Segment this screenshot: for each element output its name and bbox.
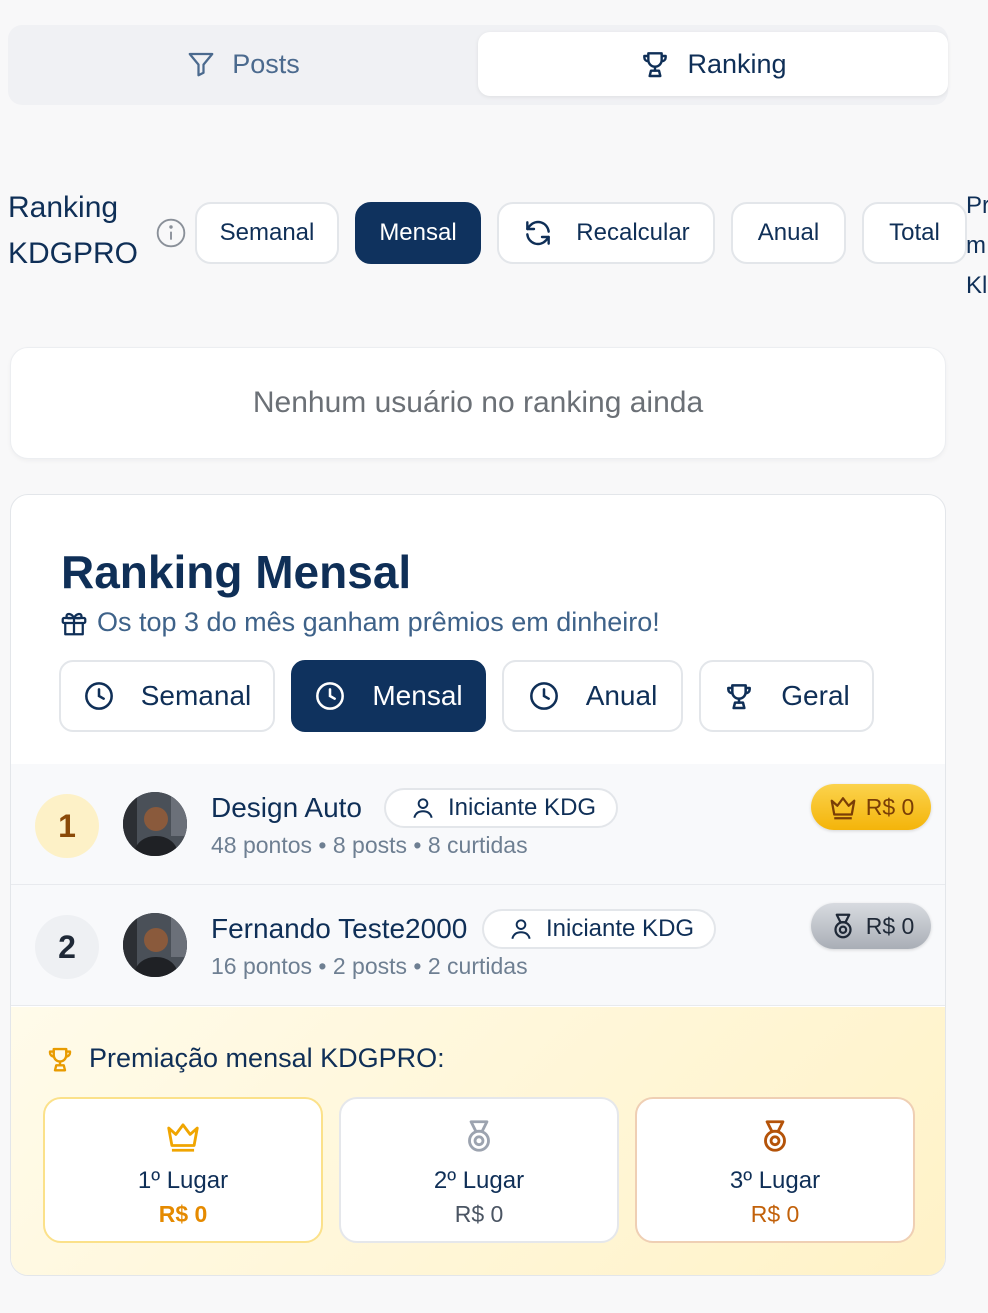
medal-icon xyxy=(460,1117,498,1155)
tab-posts[interactable]: Posts xyxy=(8,32,478,96)
level-label: Iniciante KDG xyxy=(546,915,695,942)
prize-value: R$ 0 xyxy=(865,912,915,939)
prize-place-value: R$ 0 xyxy=(158,1201,208,1227)
avatar xyxy=(123,792,187,856)
period-tab-mensal-label: Mensal xyxy=(372,680,463,711)
period-tab-anual-label: Anual xyxy=(585,680,658,711)
period-tab-semanal-label: Semanal xyxy=(140,680,252,711)
view-tabs: Posts Ranking xyxy=(8,25,948,105)
clock-icon xyxy=(83,680,115,712)
rank-badge: 2 xyxy=(35,915,99,979)
period-tab-semanal[interactable]: Semanal xyxy=(59,660,275,732)
refresh-icon xyxy=(522,217,554,249)
prize-badge: R$ 0 xyxy=(811,903,931,949)
filter-anual-button[interactable]: Anual xyxy=(731,202,846,264)
level-label: Iniciante KDG xyxy=(448,794,597,821)
prize-section: Premiação mensal KDGPRO: 1º Lugar R$ 0 2… xyxy=(11,1007,945,1275)
prize-card-third: 3º Lugar R$ 0 xyxy=(635,1097,915,1243)
prize-place-value: R$ 0 xyxy=(454,1201,504,1227)
ranking-row[interactable]: 2 Fernando Teste2000 Iniciante KDG 16 po… xyxy=(11,885,945,1006)
trophy-icon xyxy=(723,680,755,712)
user-stats: 48 pontos • 8 posts • 8 curtidas xyxy=(211,832,528,858)
prize-card-first: 1º Lugar R$ 0 xyxy=(43,1097,323,1243)
clock-icon xyxy=(314,680,346,712)
prize-place-value: R$ 0 xyxy=(750,1201,800,1227)
tab-posts-label: Posts xyxy=(232,48,300,79)
medal-icon xyxy=(756,1117,794,1155)
rank-badge: 1 xyxy=(35,794,99,858)
gift-icon xyxy=(59,608,89,638)
clock-icon xyxy=(528,680,560,712)
user-icon xyxy=(508,916,534,942)
prize-card-second: 2º Lugar R$ 0 xyxy=(339,1097,619,1243)
trophy-icon xyxy=(45,1044,75,1074)
filter-semanal-button[interactable]: Semanal xyxy=(195,202,339,264)
prize-value: R$ 0 xyxy=(865,793,915,820)
filter-mensal-button[interactable]: Mensal xyxy=(355,202,481,264)
truncated-text: Pr m Kl xyxy=(966,192,988,299)
prize-place-label: 2º Lugar xyxy=(433,1167,525,1194)
level-badge: Iniciante KDG xyxy=(384,788,619,828)
empty-ranking-card: Nenhum usuário no ranking ainda xyxy=(10,347,946,459)
user-stats: 16 pontos • 2 posts • 2 curtidas xyxy=(211,953,528,979)
period-tab-geral[interactable]: Geral xyxy=(699,660,874,732)
filter-total-label: Total xyxy=(889,219,940,246)
period-tab-geral-label: Geral xyxy=(781,680,850,711)
ranking-title-line1: Ranking xyxy=(8,191,119,224)
recalcular-label: Recalcular xyxy=(576,219,690,246)
tab-ranking[interactable]: Ranking xyxy=(478,32,948,96)
crown-icon xyxy=(828,792,858,822)
info-icon[interactable] xyxy=(155,217,187,249)
user-name[interactable]: Fernando Teste2000 xyxy=(211,913,467,945)
filter-anual-label: Anual xyxy=(757,219,820,246)
user-name[interactable]: Design Auto xyxy=(211,792,362,824)
filter-mensal-label: Mensal xyxy=(379,219,457,246)
ranking-title: Ranking KDGPRO xyxy=(8,192,138,270)
trophy-icon xyxy=(639,48,671,80)
medal-icon xyxy=(828,911,858,941)
tab-ranking-label: Ranking xyxy=(687,48,787,79)
recalcular-button[interactable]: Recalcular xyxy=(497,202,715,264)
user-icon xyxy=(410,795,436,821)
prize-title-text: Premiação mensal KDGPRO: xyxy=(89,1043,445,1073)
filter-total-button[interactable]: Total xyxy=(862,202,967,264)
prize-place-label: 3º Lugar xyxy=(729,1167,821,1194)
filter-semanal-label: Semanal xyxy=(219,219,315,246)
filter-icon xyxy=(186,49,216,79)
monthly-title: Ranking Mensal xyxy=(61,546,412,598)
period-tab-mensal[interactable]: Mensal xyxy=(291,660,486,732)
prize-place-label: 1º Lugar xyxy=(137,1167,229,1194)
empty-message: Nenhum usuário no ranking ainda xyxy=(252,386,704,419)
monthly-ranking-card: Ranking Mensal Os top 3 do mês ganham pr… xyxy=(10,494,946,1276)
ranking-row[interactable]: 1 Design Auto Iniciante KDG 48 pontos • … xyxy=(11,764,945,885)
crown-icon xyxy=(164,1117,202,1155)
prize-badge: R$ 0 xyxy=(811,784,931,830)
prize-title: Premiação mensal KDGPRO: xyxy=(45,1043,445,1074)
ranking-title-line2: KDGPRO xyxy=(8,237,139,270)
monthly-subtitle-text: Os top 3 do mês ganham prêmios em dinhei… xyxy=(97,607,660,637)
avatar xyxy=(123,913,187,977)
period-tab-anual[interactable]: Anual xyxy=(502,660,683,732)
level-badge: Iniciante KDG xyxy=(482,909,717,949)
monthly-subtitle: Os top 3 do mês ganham prêmios em dinhei… xyxy=(59,607,660,638)
